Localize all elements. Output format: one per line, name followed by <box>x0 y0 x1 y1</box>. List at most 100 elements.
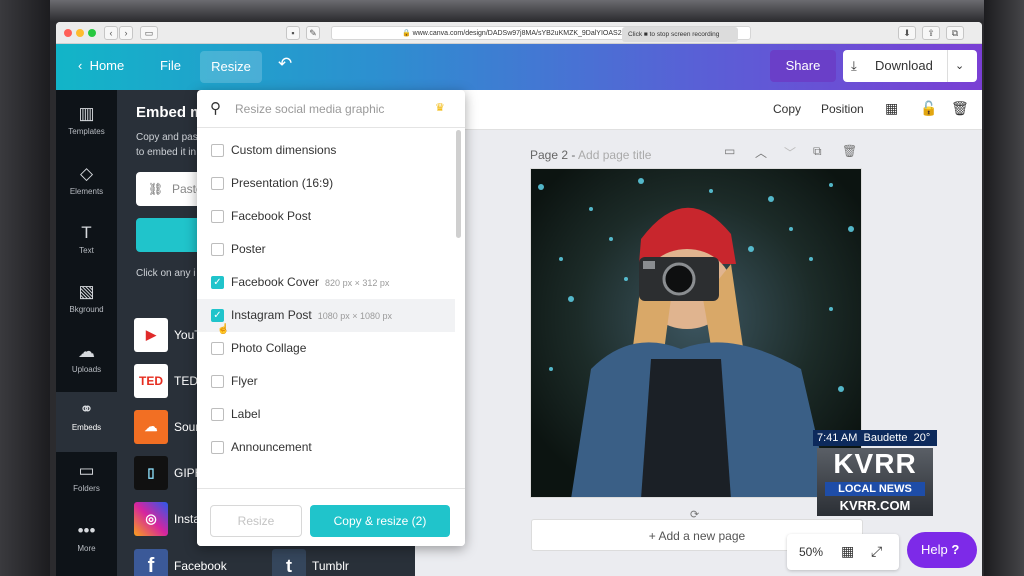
zoom-level[interactable]: 50% <box>799 545 823 559</box>
undo-icon[interactable]: ↶ <box>278 54 292 74</box>
rail-label: Folders <box>73 484 100 493</box>
chevron-down-icon[interactable]: ⌄ <box>955 50 964 82</box>
option-label: Custom dimensions <box>231 143 337 157</box>
ted-icon: TED <box>134 364 168 398</box>
dropdown-scrollbar[interactable] <box>456 130 461 238</box>
help-label: Help <box>921 542 948 557</box>
resize-option[interactable]: Presentation (16:9) <box>197 167 455 200</box>
rotate-handle-icon[interactable]: ⟳ <box>690 508 699 521</box>
file-menu[interactable]: File <box>160 58 181 73</box>
close-window-icon[interactable] <box>64 29 72 37</box>
resize-option[interactable]: Flyer <box>197 365 455 398</box>
rail-uploads[interactable]: ☁ Uploads <box>56 342 117 374</box>
checkbox[interactable] <box>211 144 224 157</box>
rail-folders[interactable]: ▭ Folders <box>56 461 117 493</box>
download-icon[interactable]: ⬇ <box>898 26 916 40</box>
option-label: Flyer <box>231 374 258 388</box>
checkbox[interactable] <box>211 243 224 256</box>
rail-elements[interactable]: ◇ Elements <box>56 164 117 196</box>
dropdown-footer: Resize Copy & resize (2) <box>197 488 465 546</box>
embed-tumblr[interactable]: t Tumblr <box>272 549 412 576</box>
fullscreen-icon[interactable]: ⤢ <box>871 543 882 560</box>
back-icon[interactable]: ‹ <box>104 26 118 40</box>
checkbox[interactable] <box>211 408 224 421</box>
sidebar-icon[interactable]: ▭ <box>140 26 158 40</box>
position-button[interactable]: Position <box>821 102 864 116</box>
checkbox[interactable] <box>211 342 224 355</box>
checkbox[interactable] <box>211 177 224 190</box>
duplicate-page-icon[interactable]: ⧉ <box>813 144 822 159</box>
rail-text[interactable]: T Text <box>56 223 117 255</box>
forward-icon[interactable]: › <box>119 26 133 40</box>
resize-action-button[interactable]: Resize <box>210 505 302 537</box>
help-button[interactable]: Help ? <box>907 532 977 568</box>
embed-label: Facebook <box>174 559 227 573</box>
checkbox-checked[interactable]: ✓ <box>211 276 224 289</box>
resize-option[interactable]: Poster <box>197 233 455 266</box>
maximize-window-icon[interactable] <box>88 29 96 37</box>
news-logo-subtitle: LOCAL NEWS <box>825 482 925 496</box>
mouse-cursor-icon: ☝ <box>217 324 230 335</box>
trash-icon[interactable]: 🗑 <box>951 100 969 117</box>
resize-option[interactable]: Announcement <box>197 431 455 464</box>
crown-icon: ♛ <box>435 102 445 114</box>
rail-templates[interactable]: ▥ Templates <box>56 104 117 136</box>
grid-view-icon[interactable]: ▦ <box>841 543 854 560</box>
elements-icon: ◇ <box>79 164 94 183</box>
extension-icon[interactable]: ✎ <box>306 26 320 40</box>
copy-resize-button[interactable]: Copy & resize (2) <box>310 505 450 537</box>
rail-embeds[interactable]: ⚭ Embeds <box>56 392 117 452</box>
resize-search[interactable]: ⚲ Resize social media graphic ♛ <box>197 90 465 128</box>
home-button[interactable]: ‹ Home <box>78 58 124 73</box>
option-name: Facebook Cover <box>231 275 320 289</box>
option-label: Poster <box>231 242 266 256</box>
delete-page-icon[interactable]: 🗑 <box>842 144 857 158</box>
download-button[interactable]: ⤓ Download ⌄ <box>843 50 977 82</box>
page-notes-icon[interactable]: ▭ <box>724 144 735 158</box>
news-ticker: 7:41 AM Baudette 20° <box>813 430 937 446</box>
tabs-icon[interactable]: ⧉ <box>946 26 964 40</box>
question-icon: ? <box>951 542 960 557</box>
option-label: Instagram Post 1080 px × 1080 px <box>231 308 392 322</box>
laptop-bezel-left <box>0 0 50 576</box>
checkbox[interactable] <box>211 375 224 388</box>
resize-search-placeholder: Resize social media graphic <box>235 102 385 116</box>
news-logo: KVRR LOCAL NEWS KVRR.COM <box>817 448 933 516</box>
youtube-icon: ▶ <box>134 318 168 352</box>
move-page-down-icon[interactable]: ﹀ <box>784 144 796 161</box>
move-page-up-icon[interactable]: ︿ <box>755 144 767 161</box>
laptop-bezel-right <box>984 0 1024 576</box>
rail-label: Text <box>79 246 94 255</box>
embeds-icon: ⚭ <box>79 400 94 419</box>
copy-button[interactable]: Copy <box>773 102 801 116</box>
panel-title: Embed m <box>136 104 204 121</box>
minimize-window-icon[interactable] <box>76 29 84 37</box>
giphy-icon: ▯ <box>134 456 168 490</box>
share-button[interactable]: Share <box>770 50 836 82</box>
checkbox[interactable] <box>211 441 224 454</box>
resize-option[interactable]: ✓ Facebook Cover 820 px × 312 px <box>197 266 455 299</box>
resize-option[interactable]: Photo Collage <box>197 332 455 365</box>
home-label: Home <box>89 58 125 73</box>
checkbox-checked[interactable]: ✓ <box>211 309 224 322</box>
news-bug: 7:41 AM Baudette 20° KVRR LOCAL NEWS KVR… <box>813 430 937 516</box>
instagram-icon: ◎ <box>134 502 168 536</box>
page-title-input[interactable]: Add page title <box>578 148 651 162</box>
rail-label: More <box>77 544 96 553</box>
resize-option[interactable]: Facebook Post <box>197 200 455 233</box>
privacy-icon[interactable]: ▪ <box>286 26 300 40</box>
rail-more[interactable]: ••• More <box>56 521 117 553</box>
download-divider <box>947 50 948 82</box>
resize-option[interactable]: ✓ Instagram Post 1080 px × 1080 px <box>197 299 455 332</box>
embed-facebook[interactable]: f Facebook <box>134 549 274 576</box>
left-rail: ▥ Templates ◇ Elements T Text ▧ Bkground ☁ Up… <box>56 90 117 576</box>
lock-icon[interactable]: 🔓 <box>920 100 937 117</box>
resize-option[interactable]: Custom dimensions <box>197 134 455 167</box>
resize-button[interactable]: Resize <box>200 51 262 83</box>
transparency-icon[interactable]: ▦ <box>885 100 898 117</box>
checkbox[interactable] <box>211 210 224 223</box>
folder-icon: ▭ <box>78 461 95 480</box>
share-icon[interactable]: ⇪ <box>922 26 940 40</box>
rail-background[interactable]: ▧ Bkground <box>56 282 117 314</box>
resize-option[interactable]: Label <box>197 398 455 431</box>
